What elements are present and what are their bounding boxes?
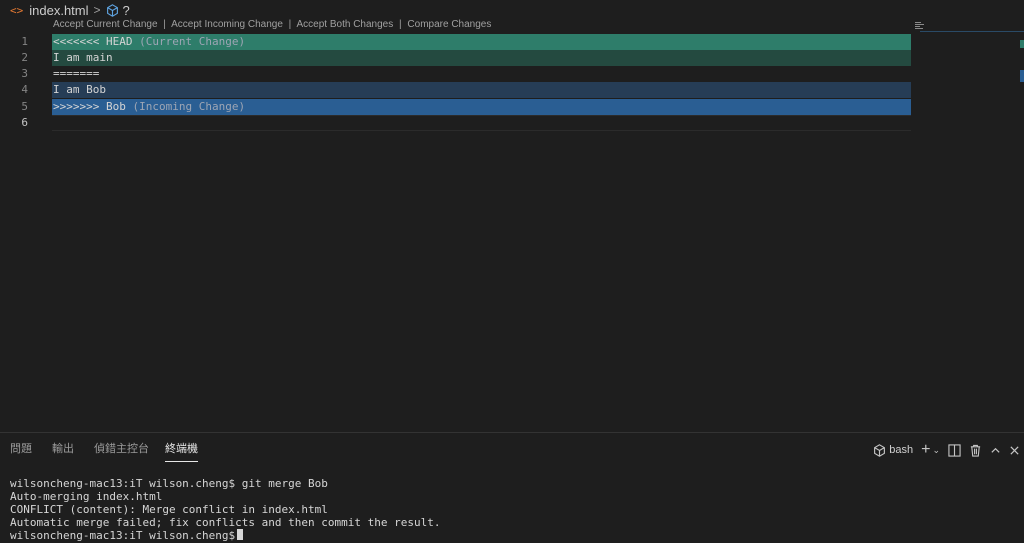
editor-line: 6	[0, 115, 911, 131]
editor-line: 4 I am Bob	[0, 82, 911, 98]
code-line[interactable]: <<<<<<< HEAD (Current Change)	[52, 34, 911, 50]
terminal-cube-icon	[874, 443, 886, 457]
editor-line: 3 =======	[0, 66, 911, 82]
code-line[interactable]: I am main	[52, 50, 911, 66]
panel-actions: bash + ⌄	[869, 441, 1024, 459]
trash-icon[interactable]	[969, 444, 982, 457]
accept-incoming-change-link[interactable]: Accept Incoming Change	[171, 19, 283, 30]
editor-line: 2 I am main	[0, 50, 911, 66]
terminal-line: CONFLICT (content): Merge conflict in in…	[10, 503, 328, 516]
terminal-cursor	[237, 529, 244, 540]
close-icon[interactable]	[1009, 445, 1020, 456]
line-number: 2	[21, 51, 28, 64]
html-file-icon: <>	[10, 3, 24, 17]
line-number: 6	[21, 116, 28, 129]
split-terminal-icon[interactable]	[948, 443, 961, 457]
bottom-panel: 問題 輸出 偵錯主控台 終端機 bash + ⌄ wilsoncheng-mac…	[0, 432, 1024, 543]
terminal-shell-selector[interactable]: bash	[873, 443, 914, 457]
editor-line: 5 >>>>>>> Bob (Incoming Change)	[0, 99, 911, 115]
terminal-prompt: wilsoncheng-mac13:iT wilson.cheng$	[10, 529, 236, 542]
code-line[interactable]: =======	[52, 66, 911, 82]
terminal-shell-label: bash	[889, 444, 914, 456]
compare-changes-link[interactable]: Compare Changes	[407, 19, 491, 30]
new-terminal-icon[interactable]: +	[921, 441, 930, 459]
terminal-line: Auto-merging index.html	[10, 490, 163, 503]
minimap-viewport	[920, 31, 1024, 32]
chevron-right-icon: >	[93, 3, 101, 17]
terminal-prompt-line: wilsoncheng-mac13:iT wilson.cheng$	[10, 529, 440, 542]
code-line[interactable]: >>>>>>> Bob (Incoming Change)	[52, 99, 911, 115]
tab-debug-console[interactable]: 偵錯主控台	[94, 441, 149, 461]
symbol-cube-icon[interactable]	[106, 3, 119, 17]
breadcrumb-file[interactable]: index.html	[29, 3, 88, 18]
tab-output[interactable]: 輸出	[52, 441, 74, 461]
tab-problems[interactable]: 問題	[10, 441, 32, 461]
terminal-output[interactable]: wilsoncheng-mac13:iT wilson.cheng$ git m…	[10, 477, 440, 542]
line-number: 1	[21, 35, 28, 48]
code-line[interactable]	[52, 115, 911, 131]
breadcrumb-symbol[interactable]: ?	[123, 3, 130, 18]
line-number: 5	[21, 100, 28, 113]
panel-tabs: 問題 輸出 偵錯主控台 終端機 bash + ⌄	[0, 433, 1024, 463]
terminal-line: Automatic merge failed; fix conflicts an…	[10, 516, 441, 529]
breadcrumb: <> index.html > ?	[0, 0, 1024, 20]
editor[interactable]: 1 <<<<<<< HEAD (Current Change) 2 I am m…	[0, 33, 1024, 433]
code-line[interactable]: I am Bob	[52, 82, 911, 98]
line-number: 4	[21, 83, 28, 96]
editor-line: 1 <<<<<<< HEAD (Current Change)	[0, 34, 911, 50]
terminal-line: wilsoncheng-mac13:iT wilson.cheng$ git m…	[10, 477, 328, 490]
line-number: 3	[21, 67, 28, 80]
tab-terminal[interactable]: 終端機	[165, 441, 198, 462]
chevron-down-icon[interactable]: ⌄	[932, 445, 940, 456]
merge-codelens: Accept Current Change | Accept Incoming …	[53, 19, 492, 30]
accept-current-change-link[interactable]: Accept Current Change	[53, 19, 158, 30]
chevron-up-icon[interactable]	[990, 445, 1001, 456]
minimap-icon	[914, 19, 926, 31]
accept-both-changes-link[interactable]: Accept Both Changes	[297, 19, 394, 30]
